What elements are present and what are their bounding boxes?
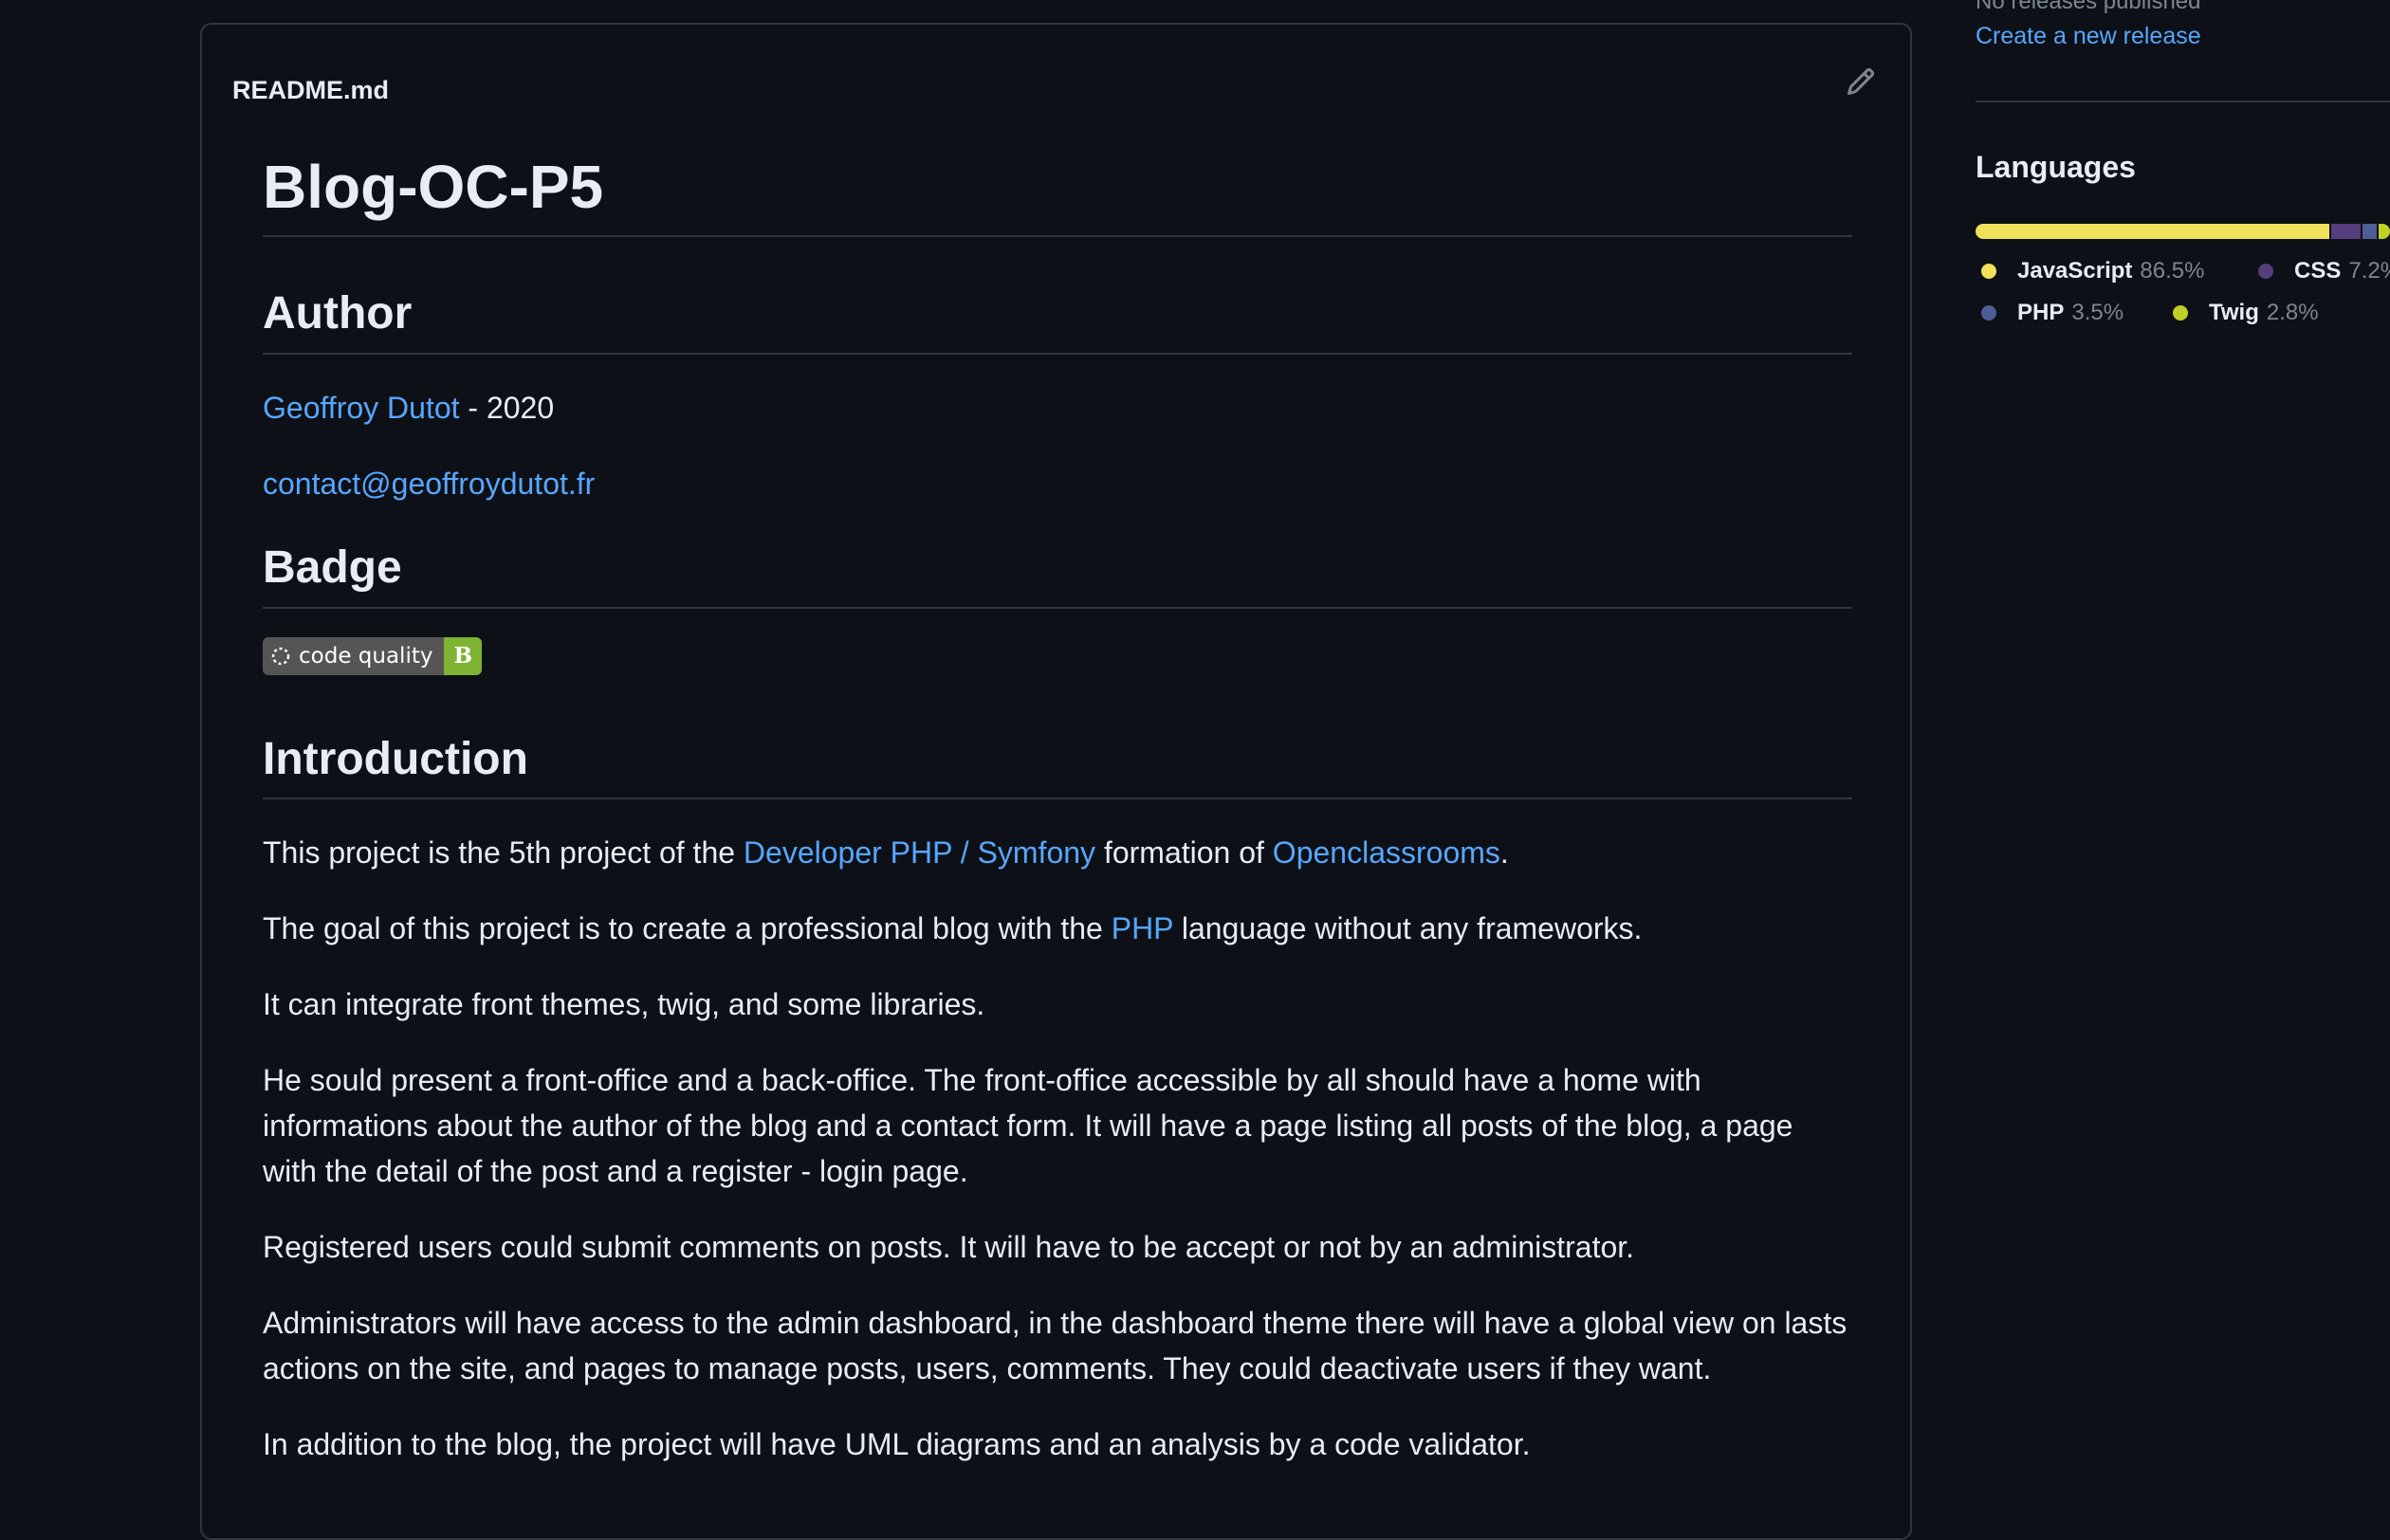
author-heading: Author — [263, 286, 1852, 355]
edit-readme-button[interactable] — [1842, 63, 1880, 101]
intro-paragraph-5: Registered users could submit comments o… — [263, 1230, 1635, 1265]
badge-label: code quality — [299, 643, 433, 669]
intro-paragraph-6: Administrators will have access to the a… — [263, 1306, 1848, 1386]
readme-title: Blog-OC-P5 — [263, 154, 1852, 238]
language-percent: 3.5% — [2071, 300, 2124, 325]
author-link[interactable]: Geoffroy Dutot — [263, 391, 460, 425]
openclassrooms-link[interactable]: Openclassrooms — [1273, 835, 1500, 870]
languages-bar-segment — [2378, 224, 2390, 239]
language-javascript[interactable]: JavaScript 86.5% — [1981, 258, 2204, 284]
intro-p2-text-b: language without any frameworks. — [1172, 911, 1643, 946]
code-quality-badge[interactable]: code quality B — [263, 636, 482, 675]
language-twig[interactable]: Twig 2.8% — [2173, 300, 2319, 326]
sidebar-divider — [1976, 101, 2390, 102]
intro-p1-text-c: . — [1499, 835, 1509, 871]
email-link[interactable]: contact@geoffroydutot.fr — [263, 467, 595, 501]
readme-panel: README.md Blog-OC-P5 Author Geoffroy Dut… — [200, 23, 1912, 1540]
css-dot — [2258, 264, 2273, 279]
badge-grade: B — [444, 636, 482, 675]
introduction-heading: Introduction — [263, 732, 1852, 800]
intro-paragraph-7: In addition to the blog, the project wil… — [263, 1427, 1531, 1462]
languages-bar-segment — [1976, 224, 2329, 239]
readme-filename: README.md — [232, 76, 390, 104]
javascript-dot — [1981, 264, 1996, 279]
twig-dot — [2173, 305, 2188, 321]
readme-content: Blog-OC-P5 Author Geoffroy Dutot - 2020 … — [263, 154, 1852, 1467]
spinner-icon — [271, 647, 290, 665]
releases-note: No releases published — [1976, 0, 2201, 14]
php-dot — [1981, 305, 1996, 321]
php-link[interactable]: PHP — [1112, 911, 1173, 945]
language-percent: 7.2% — [2348, 258, 2390, 284]
languages-bar — [1976, 224, 2390, 239]
language-percent: 2.8% — [2266, 300, 2319, 325]
email-line: contact@geoffroydutot.fr — [263, 461, 1852, 506]
language-name: Twig — [2209, 300, 2259, 325]
intro-paragraph-1: This project is the 5th project of the D… — [263, 830, 1852, 875]
intro-p1-text-b: formation of — [1095, 835, 1273, 871]
author-year: - 2020 — [459, 390, 555, 425]
intro-p2-text-a: The goal of this project is to create a … — [263, 911, 1112, 946]
language-name: JavaScript — [2017, 258, 2133, 284]
badge-left: code quality — [263, 636, 445, 675]
intro-paragraph-4: He sould present a front-office and a ba… — [263, 1063, 1793, 1189]
intro-paragraph-3: It can integrate front themes, twig, and… — [263, 987, 985, 1022]
language-php[interactable]: PHP 3.5% — [1981, 300, 2123, 326]
language-css[interactable]: CSS 7.2% — [2258, 258, 2390, 284]
language-name: CSS — [2294, 258, 2342, 284]
languages-bar-segment — [2362, 224, 2377, 239]
developer-php-symfony-link[interactable]: Developer PHP / Symfony — [744, 835, 1095, 870]
language-name: PHP — [2017, 300, 2065, 325]
readme-header: README.md — [202, 25, 1910, 129]
pencil-icon — [1847, 67, 1875, 96]
languages-bar-segment — [2330, 224, 2361, 239]
author-line: Geoffroy Dutot - 2020 — [263, 385, 1852, 431]
badge-heading: Badge — [263, 541, 1852, 609]
intro-paragraph-2: The goal of this project is to create a … — [263, 906, 1852, 951]
intro-p1-text-a: This project is the 5th project of the — [263, 835, 744, 871]
create-release-link[interactable]: Create a new release — [1976, 23, 2201, 50]
language-percent: 86.5% — [2140, 258, 2205, 284]
languages-title: Languages — [1976, 150, 2136, 184]
